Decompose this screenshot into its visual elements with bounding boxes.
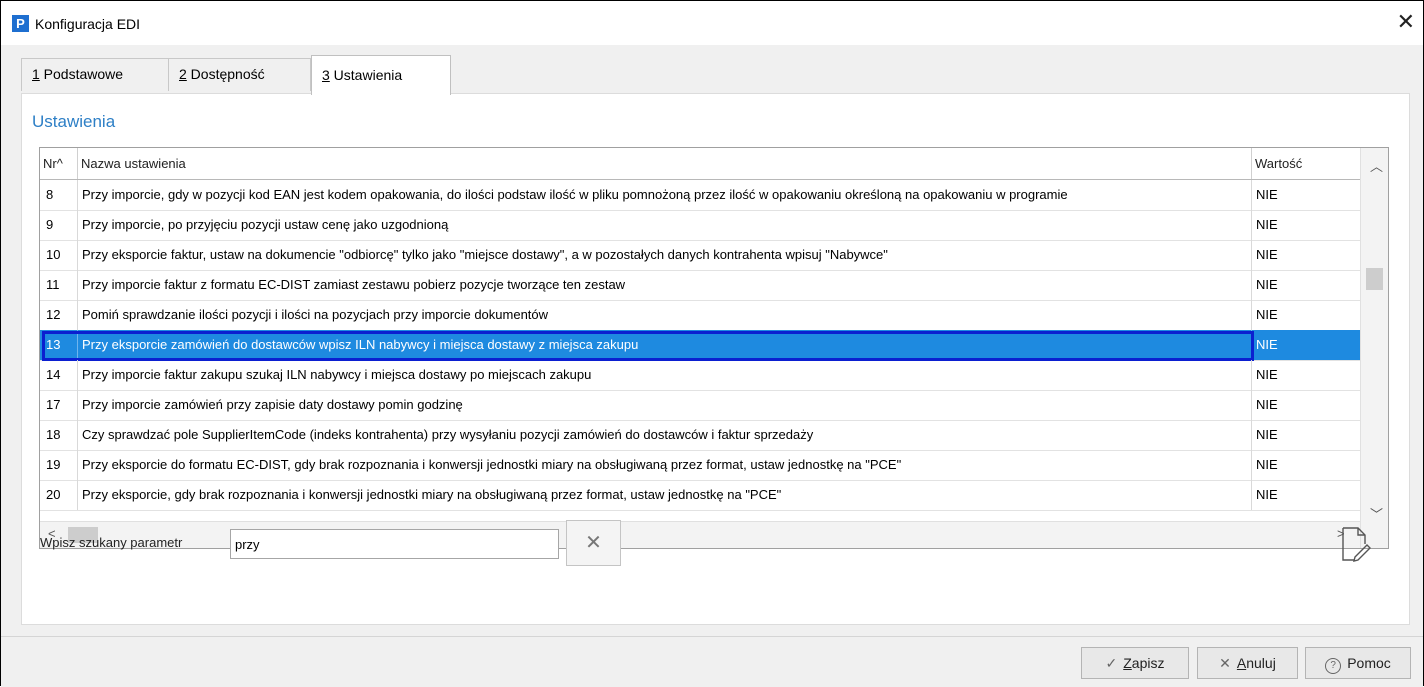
tab-dostepnosc-hotkey: 2 <box>179 66 187 82</box>
cell-name: Czy sprawdzać pole SupplierItemCode (ind… <box>78 420 1252 450</box>
cell-name: Przy imporcie faktur z formatu EC-DIST z… <box>78 270 1252 300</box>
footer-bar: ✓ Zapisz ✕ Anuluj ? Pomoc <box>1 636 1423 687</box>
cell-value: NIE <box>1256 427 1278 442</box>
vertical-scroll-thumb[interactable] <box>1366 268 1383 290</box>
cell-nr: 13 <box>40 330 78 360</box>
cell-nr: 11 <box>40 270 78 300</box>
settings-grid: Nr^ Nazwa ustawienia Wartość 8 Przy impor… <box>39 147 1389 549</box>
x-icon: ✕ <box>1219 655 1231 671</box>
table-row[interactable]: 19 Przy eksporcie do formatu EC-DIST, gdy… <box>40 450 1360 481</box>
cell-value: NIE <box>1256 217 1278 232</box>
cell-name: Przy eksporcie faktur, ustaw na dokumenc… <box>78 240 1252 270</box>
cell-value: NIE <box>1256 187 1278 202</box>
title-bar: P Konfiguracja EDI ✕ <box>1 1 1423 45</box>
clear-search-button[interactable]: ✕ <box>566 520 621 566</box>
table-row[interactable]: 10 Przy eksporcie faktur, ustaw na dokume… <box>40 240 1360 271</box>
cell-nr: 10 <box>40 240 78 270</box>
cell-value: NIE <box>1256 487 1278 502</box>
tab-podstawowe-hotkey: 1 <box>32 66 40 82</box>
tab-dostepnosc-label: Dostępność <box>186 66 265 82</box>
cell-value: NIE <box>1256 277 1278 292</box>
cell-name: Przy imporcie, po przyjęciu pozycji usta… <box>78 210 1252 240</box>
cell-nr: 14 <box>40 360 78 390</box>
cell-nr: 20 <box>40 480 78 510</box>
table-row[interactable]: 18 Czy sprawdzać pole SupplierItemCode (i… <box>40 420 1360 451</box>
save-button-hotkey: Z <box>1123 655 1132 671</box>
save-button[interactable]: ✓ Zapisz <box>1081 647 1189 679</box>
tab-podstawowe-label: Podstawowe <box>39 66 124 82</box>
column-header-value[interactable]: Wartość <box>1252 148 1360 179</box>
scroll-up-icon[interactable]: ︿ <box>1370 156 1383 175</box>
cell-nr: 17 <box>40 390 78 420</box>
cell-nr: 19 <box>40 450 78 480</box>
column-header-nr[interactable]: Nr^ <box>40 148 78 179</box>
cell-name: Przy imporcie zamówień przy zapisie daty… <box>78 390 1252 420</box>
cell-nr: 8 <box>40 180 78 210</box>
search-input[interactable] <box>230 529 559 559</box>
help-button[interactable]: ? Pomoc <box>1305 647 1411 679</box>
app-logo-icon: P <box>12 15 29 32</box>
check-icon: ✓ <box>1105 655 1118 671</box>
cell-name: Przy imporcie, gdy w pozycji kod EAN jes… <box>78 180 1252 210</box>
cell-name: Przy imporcie faktur zakupu szukaj ILN n… <box>78 360 1252 390</box>
cell-name: Przy eksporcie do formatu EC-DIST, gdy b… <box>78 450 1252 480</box>
column-header-name[interactable]: Nazwa ustawienia <box>78 148 1252 179</box>
clear-icon: ✕ <box>585 532 602 554</box>
table-row[interactable]: 12 Pomiń sprawdzanie ilości pozycji i ilo… <box>40 300 1360 331</box>
cancel-button[interactable]: ✕ Anuluj <box>1197 647 1298 679</box>
save-button-label: apisz <box>1131 655 1165 671</box>
cell-name: Przy eksporcie, gdy brak rozpoznania i k… <box>78 480 1252 510</box>
tab-dostepnosc[interactable]: 2 Dostępność <box>168 58 311 91</box>
help-circle-icon: ? <box>1325 658 1342 674</box>
section-title: Ustawienia <box>32 112 116 131</box>
cell-name: Przy eksporcie zamówień do dostawców wpi… <box>78 330 1252 360</box>
edit-document-icon[interactable] <box>1340 526 1372 565</box>
cell-nr: 18 <box>40 420 78 450</box>
cell-nr: 9 <box>40 210 78 240</box>
table-row[interactable]: 20 Przy eksporcie, gdy brak rozpoznania i… <box>40 480 1360 511</box>
cell-value: NIE <box>1256 307 1278 322</box>
scroll-down-icon[interactable]: ﹀ <box>1370 504 1383 523</box>
cell-value: NIE <box>1256 397 1278 412</box>
table-row[interactable]: 14 Przy imporcie faktur zakupu szukaj ILN… <box>40 360 1360 391</box>
cancel-button-label: nuluj <box>1246 655 1276 671</box>
table-row-selected[interactable]: 13 Przy eksporcie zamówień do dostawców w… <box>40 330 1360 361</box>
tab-ustawienia[interactable]: 3 Ustawienia <box>311 55 451 95</box>
grid-header: Nr^ Nazwa ustawienia Wartość <box>40 148 1388 180</box>
cell-value: NIE <box>1256 247 1278 262</box>
tab-ustawienia-label: Ustawienia <box>329 67 403 83</box>
table-row[interactable]: 8 Przy imporcie, gdy w pozycji kod EAN je… <box>40 180 1360 211</box>
cell-nr: 12 <box>40 300 78 330</box>
close-icon[interactable]: ✕ <box>1397 11 1415 33</box>
dialog-window: P Konfiguracja EDI ✕ 1 Podstawowe 2 Dost… <box>0 0 1424 687</box>
dialog-content: 1 Podstawowe 2 Dostępność Ustawienia Nr^… <box>1 45 1423 636</box>
cell-value: NIE <box>1256 367 1278 382</box>
table-row[interactable]: 11 Przy imporcie faktur z formatu EC-DIST… <box>40 270 1360 301</box>
cell-value: NIE <box>1256 457 1278 472</box>
cell-value: NIE <box>1256 337 1278 352</box>
table-row[interactable]: 9 Przy imporcie, po przyjęciu pozycji ust… <box>40 210 1360 241</box>
window-title: Konfiguracja EDI <box>35 16 141 32</box>
table-row[interactable]: 17 Przy imporcie zamówień przy zapisie da… <box>40 390 1360 421</box>
cancel-button-hotkey: A <box>1236 655 1247 671</box>
tab-ustawienia-hotkey: 3 <box>322 67 330 83</box>
tab-podstawowe[interactable]: 1 Podstawowe <box>21 58 169 91</box>
help-button-label: Pomoc <box>1347 655 1391 671</box>
vertical-scrollbar[interactable]: ︿ ﹀ <box>1360 148 1388 548</box>
cell-name: Pomiń sprawdzanie ilości pozycji i ilośc… <box>78 300 1252 330</box>
search-label: Wpisz szukany parametr <box>40 535 183 550</box>
